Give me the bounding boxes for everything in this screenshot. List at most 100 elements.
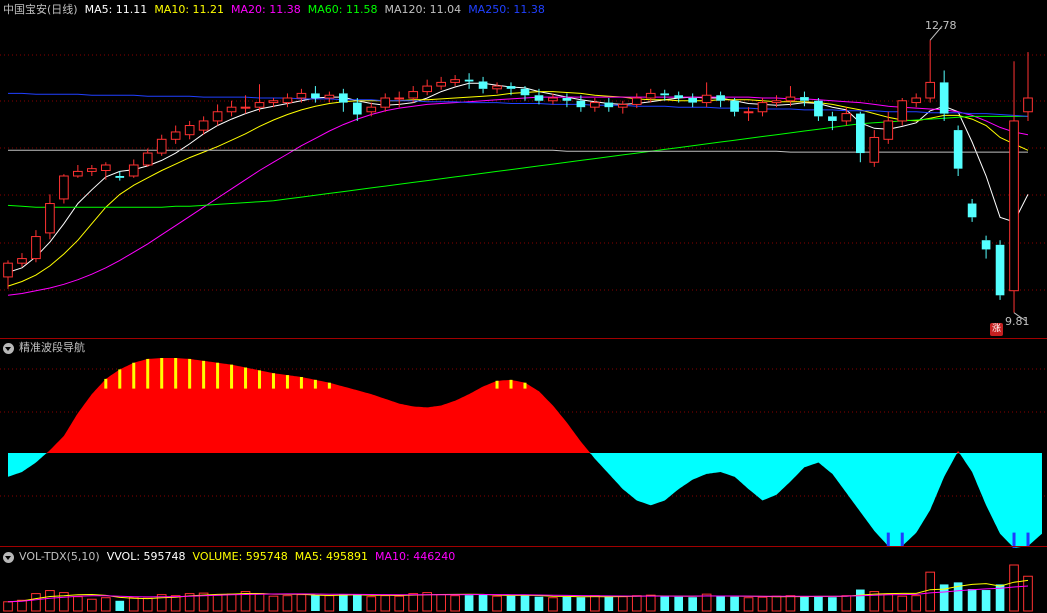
vol-ma10-label: MA10: 446240 [375,550,456,563]
vol-ma5-label: MA5: 495891 [294,550,369,563]
candle-body-down [674,95,684,98]
indicator-title[interactable]: 精准波段导航 [19,339,85,357]
wave-stripe-top [495,380,499,389]
volume-bar-up [408,593,419,612]
volume-bar-up [366,596,377,612]
candle [226,100,237,117]
volume-bar-up [590,595,600,612]
candle-body-down [562,98,572,101]
ma20-label: MA20: 11.38 [231,3,301,16]
candle [17,253,27,267]
candle-body-up [631,97,642,105]
candle-body-up [492,85,502,90]
candle [87,164,97,176]
vvol-label: VVOL: 595748 [106,550,186,563]
volume-panel-header: VOL-TDX(5,10) VVOL: 595748 VOLUME: 59574… [0,548,462,566]
volume-bar-up [128,596,139,612]
candle [716,91,725,108]
candle-body-down [688,98,697,103]
candle [311,86,320,103]
candle-body-up [87,168,97,172]
volume-bar-down [800,596,809,611]
security-title[interactable]: 中国宝安(日线) [3,1,78,19]
candle [156,134,167,156]
volume-bar-up [324,595,335,612]
candle-body-up [268,100,279,104]
candle-body-up [450,79,460,83]
candle [59,174,69,204]
candle [366,102,377,117]
candle-body-up [100,164,111,171]
volume-bar-up [841,595,852,612]
candle-body-down [339,93,348,103]
volume-bar-up [701,593,712,612]
candle-body-down [534,95,544,101]
volume-bar-down [115,600,125,611]
candle [212,104,223,126]
candle-body-up [771,100,782,104]
candle-body-up [701,94,712,104]
volume-bar-up [757,596,768,612]
volume-bar-down [716,595,725,611]
volume-bar-down [311,595,320,611]
ma60-label: MA60: 11.58 [307,3,378,16]
wave-stripe-bottom [886,532,890,547]
candle [911,93,922,108]
wave-stripe-top [230,364,234,389]
wave-stripe-bottom [900,532,904,547]
ma10-label: MA10: 11.21 [154,3,225,16]
candlesticks[interactable] [3,40,1033,313]
candle-body-up [226,106,237,113]
volume-bar-up [743,597,754,612]
limit-up-badge: 涨 [990,323,1003,336]
candle-body-up [743,111,754,114]
wave-stripe-top [216,362,220,389]
candle [617,100,628,114]
vol-indicator-name[interactable]: VOL-TDX(5,10) [19,548,100,566]
candle-body-down [115,176,125,178]
collapse-icon[interactable] [3,342,14,354]
indicator-panel-header: 精准波段导航 [0,339,92,357]
candle-body-up [841,113,852,122]
moving-average-lines [7,82,1029,296]
volume-bar-up [785,595,796,612]
candle [170,125,181,144]
candle-body-down [981,240,991,250]
candle-body-up [198,120,209,131]
candle-body-up [394,97,405,100]
candle [562,93,572,108]
volume-bar-up [911,595,922,612]
candle [1023,52,1033,121]
volume-bar-up [31,593,41,612]
candle [31,230,41,263]
candle [953,125,963,176]
candle-body-down [604,102,614,108]
volume-bar-down [576,597,586,611]
candle-body-down [520,88,530,96]
candle-body-down [506,86,516,89]
candle-body-up [128,164,139,177]
candle [422,79,433,96]
ma-line-ma5 [7,82,1029,273]
collapse-icon[interactable] [3,551,14,563]
volume-bar-up [100,597,111,612]
candle [869,130,880,167]
volume-bar-down [855,589,865,611]
wave-stripe-top [104,378,108,389]
candle [604,98,614,112]
candle [576,95,586,112]
volume-bar-up [3,601,13,612]
candle [995,240,1005,300]
candle [701,82,712,108]
volume-bars[interactable] [3,564,1033,612]
wave-area[interactable] [8,358,1042,548]
ma-line-ma10 [7,91,1029,287]
volume-bar-up [631,595,642,612]
volume-bar-up [170,595,181,612]
candle-body-down [716,95,725,101]
volume-bar-down [981,590,991,611]
main-panel-header: 中国宝安(日线) MA5: 11.11 MA10: 11.21 MA20: 11… [0,1,552,19]
wave-stripe-top [271,373,275,389]
candle [128,159,139,178]
candle-body-down [953,130,963,169]
